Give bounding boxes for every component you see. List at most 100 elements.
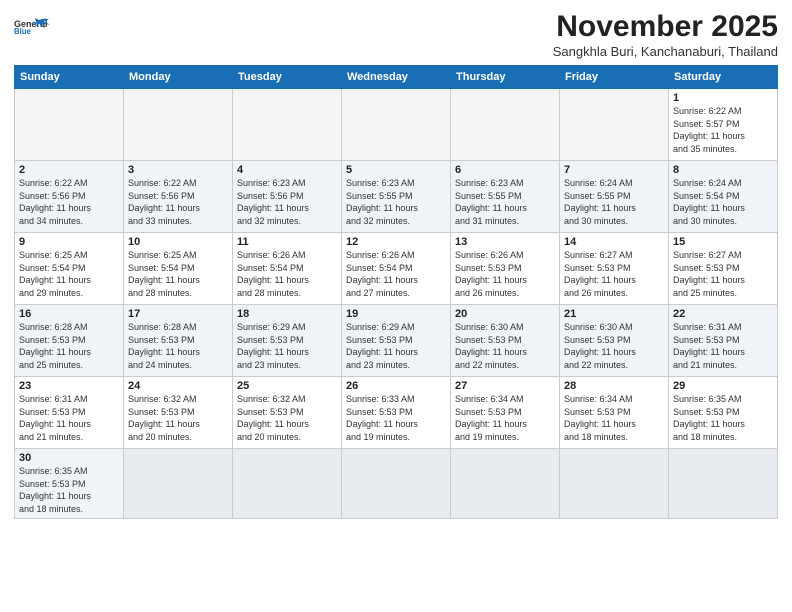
- calendar-week-row: 23Sunrise: 6:31 AM Sunset: 5:53 PM Dayli…: [15, 377, 778, 449]
- day-info: Sunrise: 6:30 AM Sunset: 5:53 PM Dayligh…: [564, 321, 664, 371]
- day-number: 22: [673, 308, 773, 320]
- calendar-cell: [342, 449, 451, 519]
- day-info: Sunrise: 6:26 AM Sunset: 5:53 PM Dayligh…: [455, 249, 555, 299]
- calendar-cell: [669, 449, 778, 519]
- day-number: 23: [19, 380, 119, 392]
- calendar-cell: 15Sunrise: 6:27 AM Sunset: 5:53 PM Dayli…: [669, 233, 778, 305]
- title-area: November 2025 Sangkhla Buri, Kanchanabur…: [553, 10, 778, 59]
- day-number: 14: [564, 236, 664, 248]
- day-info: Sunrise: 6:30 AM Sunset: 5:53 PM Dayligh…: [455, 321, 555, 371]
- calendar-cell: 27Sunrise: 6:34 AM Sunset: 5:53 PM Dayli…: [451, 377, 560, 449]
- header: General Blue November 2025 Sangkhla Buri…: [14, 10, 778, 59]
- page: General Blue November 2025 Sangkhla Buri…: [0, 0, 792, 612]
- day-number: 7: [564, 164, 664, 176]
- day-number: 16: [19, 308, 119, 320]
- day-number: 30: [19, 452, 119, 464]
- day-number: 4: [237, 164, 337, 176]
- calendar-week-row: 1Sunrise: 6:22 AM Sunset: 5:57 PM Daylig…: [15, 89, 778, 161]
- calendar-cell: 10Sunrise: 6:25 AM Sunset: 5:54 PM Dayli…: [124, 233, 233, 305]
- day-number: 9: [19, 236, 119, 248]
- calendar-cell: 1Sunrise: 6:22 AM Sunset: 5:57 PM Daylig…: [669, 89, 778, 161]
- calendar-week-row: 9Sunrise: 6:25 AM Sunset: 5:54 PM Daylig…: [15, 233, 778, 305]
- day-number: 21: [564, 308, 664, 320]
- calendar-cell: 28Sunrise: 6:34 AM Sunset: 5:53 PM Dayli…: [560, 377, 669, 449]
- day-number: 13: [455, 236, 555, 248]
- weekday-header-tuesday: Tuesday: [233, 66, 342, 89]
- calendar-cell: 6Sunrise: 6:23 AM Sunset: 5:55 PM Daylig…: [451, 161, 560, 233]
- day-number: 15: [673, 236, 773, 248]
- day-info: Sunrise: 6:26 AM Sunset: 5:54 PM Dayligh…: [237, 249, 337, 299]
- weekday-header-wednesday: Wednesday: [342, 66, 451, 89]
- calendar-cell: 18Sunrise: 6:29 AM Sunset: 5:53 PM Dayli…: [233, 305, 342, 377]
- day-info: Sunrise: 6:22 AM Sunset: 5:56 PM Dayligh…: [128, 177, 228, 227]
- day-number: 26: [346, 380, 446, 392]
- calendar-cell: 16Sunrise: 6:28 AM Sunset: 5:53 PM Dayli…: [15, 305, 124, 377]
- calendar-cell: 19Sunrise: 6:29 AM Sunset: 5:53 PM Dayli…: [342, 305, 451, 377]
- calendar-cell: [124, 89, 233, 161]
- day-number: 3: [128, 164, 228, 176]
- calendar-cell: [451, 89, 560, 161]
- day-number: 5: [346, 164, 446, 176]
- calendar-cell: 21Sunrise: 6:30 AM Sunset: 5:53 PM Dayli…: [560, 305, 669, 377]
- calendar-cell: 5Sunrise: 6:23 AM Sunset: 5:55 PM Daylig…: [342, 161, 451, 233]
- day-number: 11: [237, 236, 337, 248]
- calendar-week-row: 30Sunrise: 6:35 AM Sunset: 5:53 PM Dayli…: [15, 449, 778, 519]
- calendar-cell: [451, 449, 560, 519]
- logo: General Blue: [14, 10, 50, 36]
- day-info: Sunrise: 6:26 AM Sunset: 5:54 PM Dayligh…: [346, 249, 446, 299]
- calendar-cell: 11Sunrise: 6:26 AM Sunset: 5:54 PM Dayli…: [233, 233, 342, 305]
- day-info: Sunrise: 6:22 AM Sunset: 5:56 PM Dayligh…: [19, 177, 119, 227]
- day-info: Sunrise: 6:28 AM Sunset: 5:53 PM Dayligh…: [128, 321, 228, 371]
- day-info: Sunrise: 6:32 AM Sunset: 5:53 PM Dayligh…: [237, 393, 337, 443]
- calendar-cell: 23Sunrise: 6:31 AM Sunset: 5:53 PM Dayli…: [15, 377, 124, 449]
- day-number: 25: [237, 380, 337, 392]
- day-info: Sunrise: 6:25 AM Sunset: 5:54 PM Dayligh…: [128, 249, 228, 299]
- calendar-cell: [233, 89, 342, 161]
- day-info: Sunrise: 6:32 AM Sunset: 5:53 PM Dayligh…: [128, 393, 228, 443]
- calendar-cell: 13Sunrise: 6:26 AM Sunset: 5:53 PM Dayli…: [451, 233, 560, 305]
- calendar-cell: 25Sunrise: 6:32 AM Sunset: 5:53 PM Dayli…: [233, 377, 342, 449]
- calendar-week-row: 2Sunrise: 6:22 AM Sunset: 5:56 PM Daylig…: [15, 161, 778, 233]
- calendar-cell: 3Sunrise: 6:22 AM Sunset: 5:56 PM Daylig…: [124, 161, 233, 233]
- calendar-cell: [124, 449, 233, 519]
- calendar-cell: 12Sunrise: 6:26 AM Sunset: 5:54 PM Dayli…: [342, 233, 451, 305]
- weekday-header-friday: Friday: [560, 66, 669, 89]
- day-number: 20: [455, 308, 555, 320]
- day-info: Sunrise: 6:22 AM Sunset: 5:57 PM Dayligh…: [673, 105, 773, 155]
- day-number: 2: [19, 164, 119, 176]
- calendar-cell: 8Sunrise: 6:24 AM Sunset: 5:54 PM Daylig…: [669, 161, 778, 233]
- calendar-cell: 30Sunrise: 6:35 AM Sunset: 5:53 PM Dayli…: [15, 449, 124, 519]
- day-info: Sunrise: 6:34 AM Sunset: 5:53 PM Dayligh…: [455, 393, 555, 443]
- day-info: Sunrise: 6:25 AM Sunset: 5:54 PM Dayligh…: [19, 249, 119, 299]
- calendar-cell: [342, 89, 451, 161]
- calendar-cell: 26Sunrise: 6:33 AM Sunset: 5:53 PM Dayli…: [342, 377, 451, 449]
- day-number: 24: [128, 380, 228, 392]
- day-number: 17: [128, 308, 228, 320]
- day-info: Sunrise: 6:31 AM Sunset: 5:53 PM Dayligh…: [673, 321, 773, 371]
- svg-text:Blue: Blue: [14, 27, 32, 36]
- day-number: 19: [346, 308, 446, 320]
- calendar-week-row: 16Sunrise: 6:28 AM Sunset: 5:53 PM Dayli…: [15, 305, 778, 377]
- day-info: Sunrise: 6:34 AM Sunset: 5:53 PM Dayligh…: [564, 393, 664, 443]
- day-info: Sunrise: 6:27 AM Sunset: 5:53 PM Dayligh…: [564, 249, 664, 299]
- weekday-header-thursday: Thursday: [451, 66, 560, 89]
- day-number: 18: [237, 308, 337, 320]
- day-info: Sunrise: 6:35 AM Sunset: 5:53 PM Dayligh…: [673, 393, 773, 443]
- logo-icon: General Blue: [14, 16, 50, 36]
- day-info: Sunrise: 6:29 AM Sunset: 5:53 PM Dayligh…: [346, 321, 446, 371]
- day-info: Sunrise: 6:23 AM Sunset: 5:56 PM Dayligh…: [237, 177, 337, 227]
- weekday-header-sunday: Sunday: [15, 66, 124, 89]
- day-info: Sunrise: 6:33 AM Sunset: 5:53 PM Dayligh…: [346, 393, 446, 443]
- calendar-cell: 2Sunrise: 6:22 AM Sunset: 5:56 PM Daylig…: [15, 161, 124, 233]
- day-info: Sunrise: 6:24 AM Sunset: 5:54 PM Dayligh…: [673, 177, 773, 227]
- day-number: 27: [455, 380, 555, 392]
- day-info: Sunrise: 6:28 AM Sunset: 5:53 PM Dayligh…: [19, 321, 119, 371]
- day-info: Sunrise: 6:23 AM Sunset: 5:55 PM Dayligh…: [455, 177, 555, 227]
- calendar-cell: [233, 449, 342, 519]
- day-number: 8: [673, 164, 773, 176]
- calendar-table: SundayMondayTuesdayWednesdayThursdayFrid…: [14, 65, 778, 519]
- subtitle: Sangkhla Buri, Kanchanaburi, Thailand: [553, 44, 778, 59]
- calendar-cell: 20Sunrise: 6:30 AM Sunset: 5:53 PM Dayli…: [451, 305, 560, 377]
- day-info: Sunrise: 6:31 AM Sunset: 5:53 PM Dayligh…: [19, 393, 119, 443]
- day-number: 10: [128, 236, 228, 248]
